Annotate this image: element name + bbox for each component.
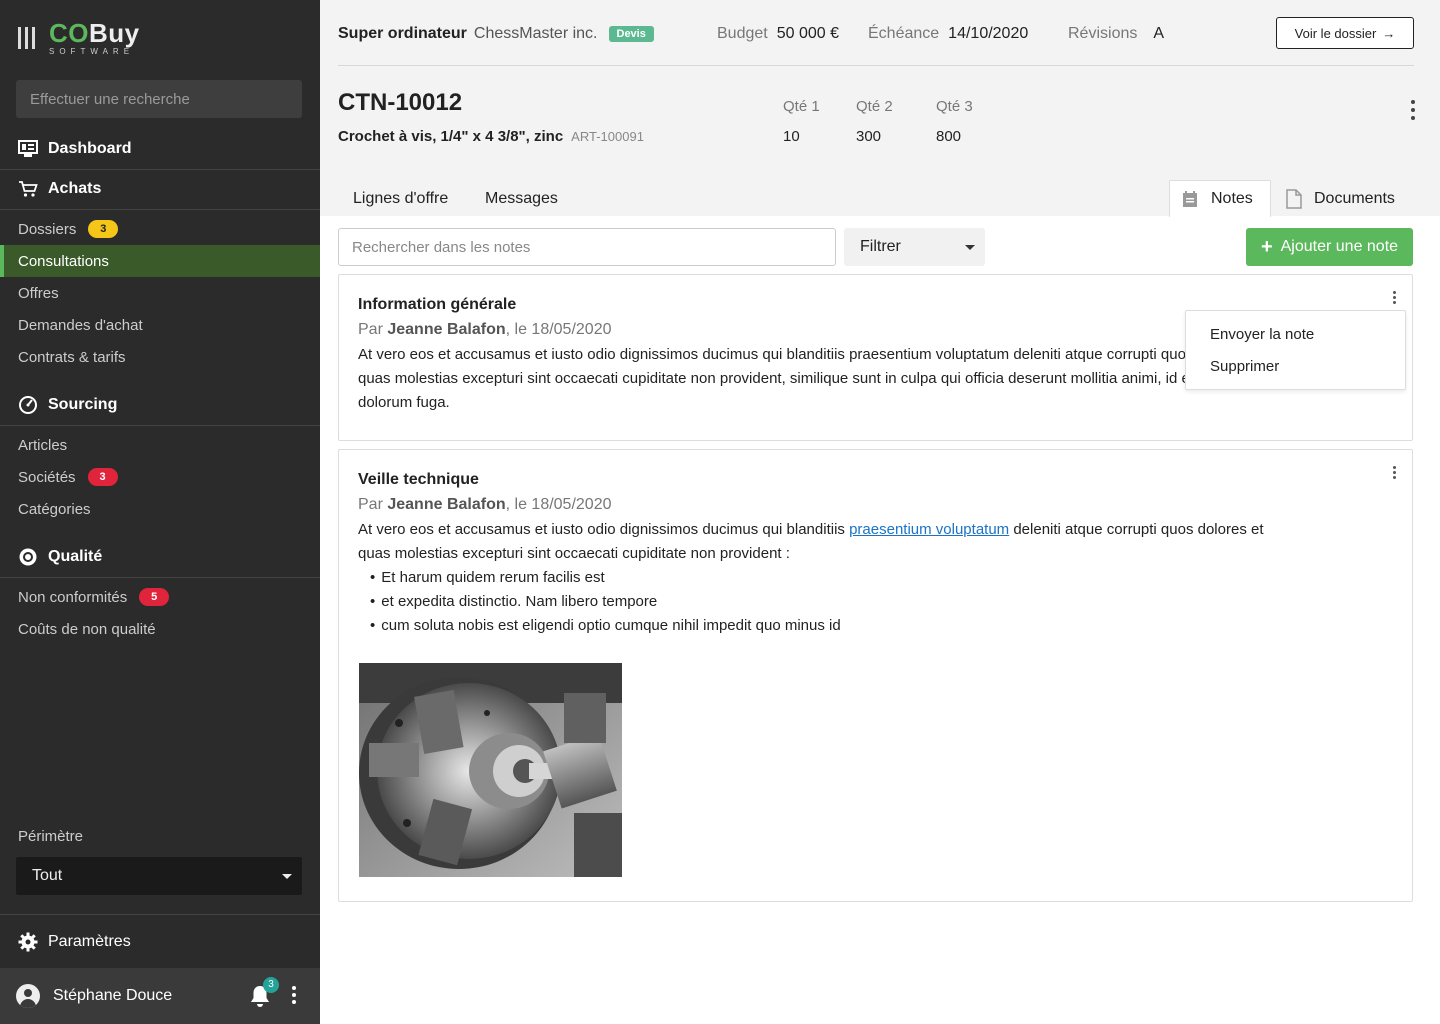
cart-icon [18, 179, 38, 199]
nav-qualite[interactable]: Qualité [0, 537, 320, 577]
revisions: Révisions A [1068, 25, 1165, 42]
user-menu-kebab-icon[interactable] [292, 986, 296, 1004]
sidebar-search-input[interactable] [16, 80, 302, 118]
sidebar-item-couts-non-qualite[interactable]: Coûts de non qualité [0, 613, 320, 645]
notes-filter-select[interactable]: Filtrer [844, 228, 985, 266]
voir-dossier-button[interactable]: Voir le dossier → [1276, 17, 1414, 49]
quantity-1: Qté 1 10 [783, 98, 820, 145]
plus-icon: + [1260, 236, 1273, 258]
echeance: Échéance 14/10/2020 [868, 25, 1029, 42]
article-name: Crochet à vis, 1/4" x 4 3/8", zinc ART-10… [338, 128, 644, 145]
consultation-menu-kebab-icon[interactable] [1411, 100, 1415, 120]
tab-documents[interactable]: Documents [1286, 180, 1395, 217]
tab-lignes-offre[interactable]: Lignes d'offre [353, 180, 448, 217]
note-body: At vero eos et accusamus et iusto odio d… [358, 518, 1318, 638]
sidebar-item-demandes-achat[interactable]: Demandes d'achat [0, 309, 320, 341]
list-item: cum soluta nobis est eligendi optio cumq… [370, 614, 1318, 638]
monitor-icon [18, 139, 38, 159]
main-content: Super ordinateur ChessMaster inc. Devis … [320, 0, 1440, 1024]
dossier-title: Super ordinateur [338, 25, 467, 42]
nav-parametres-label: Paramètres [48, 932, 131, 950]
dossiers-count-badge: 3 [88, 220, 119, 238]
non-conformites-count-badge: 5 [139, 588, 170, 606]
nav-achats[interactable]: Achats [0, 169, 320, 209]
notification-count-badge: 3 [263, 977, 279, 993]
sidebar-item-non-conformites[interactable]: Non conformités 5 [0, 581, 320, 613]
sidebar-item-dossiers[interactable]: Dossiers 3 [0, 213, 320, 245]
add-note-button[interactable]: + Ajouter une note [1246, 228, 1413, 266]
perimetre-select[interactable]: Tout [16, 857, 302, 895]
sidebar: COBuy SOFTWARE Dashboard Achats Dossiers… [0, 0, 320, 1024]
note-image-lathe[interactable] [359, 663, 622, 877]
user-bar: Stéphane Douce 3 [0, 968, 320, 1024]
note-title: Information générale [358, 296, 517, 313]
notepad-icon [1181, 190, 1199, 208]
consultation-code: CTN-10012 [338, 89, 463, 116]
gauge-icon [18, 395, 38, 415]
dossier-header: Super ordinateur ChessMaster inc. Devis … [338, 17, 1414, 66]
arrow-right-icon: → [1382, 25, 1396, 41]
note-menu-kebab-icon[interactable] [1393, 466, 1396, 479]
list-item: et expedita distinctio. Nam libero tempo… [370, 590, 1318, 614]
sidebar-item-societes[interactable]: Sociétés 3 [0, 461, 320, 493]
caret-down-icon [965, 245, 975, 250]
nav-dashboard[interactable]: Dashboard [0, 129, 320, 169]
caret-down-icon [282, 874, 292, 879]
perimetre-label: Périmètre [18, 828, 84, 845]
list-item: Et harum quidem rerum facilis est [370, 566, 1318, 590]
status-badge: Devis [608, 26, 654, 42]
nav-sourcing-label: Sourcing [48, 396, 118, 413]
quantity-3: Qté 3 800 [936, 98, 973, 145]
note-menu-kebab-icon[interactable] [1393, 291, 1396, 304]
sidebar-item-contrats-tarifs[interactable]: Contrats & tarifs [0, 341, 320, 373]
note-author: Par Jeanne Balafon, le 18/05/2020 [358, 321, 612, 338]
societes-count-badge: 3 [87, 468, 118, 486]
tab-messages[interactable]: Messages [485, 180, 558, 217]
company-name: ChessMaster inc. [473, 25, 598, 42]
brand-name: COBuy [49, 18, 140, 48]
budget: Budget 50 000 € [717, 25, 839, 42]
send-note-menu-item[interactable]: Envoyer la note [1210, 326, 1314, 343]
gear-icon [18, 932, 38, 952]
avatar[interactable] [16, 984, 40, 1008]
nav-qualite-label: Qualité [48, 548, 103, 565]
document-icon [1286, 188, 1302, 209]
quantity-2: Qté 2 300 [856, 98, 893, 145]
note-link[interactable]: praesentium voluptatum [849, 521, 1009, 538]
note-bullet-list: Et harum quidem rerum facilis est et exp… [370, 566, 1318, 638]
user-name[interactable]: Stéphane Douce [53, 987, 172, 1005]
note-card: Veille technique Par Jeanne Balafon, le … [338, 449, 1413, 902]
article-ref: ART-100091 [571, 129, 644, 144]
notes-search-input[interactable] [338, 228, 836, 266]
nav-achats-label: Achats [48, 180, 102, 197]
nav-sourcing[interactable]: Sourcing [0, 385, 320, 425]
note-title: Veille technique [358, 471, 479, 488]
sidebar-item-categories[interactable]: Catégories [0, 493, 320, 525]
sidebar-item-articles[interactable]: Articles [0, 429, 320, 461]
nav-parametres[interactable]: Paramètres [0, 914, 320, 968]
tab-notes[interactable]: Notes [1169, 180, 1271, 217]
note-context-menu: Envoyer la note Supprimer [1185, 310, 1406, 390]
nav-dashboard-label: Dashboard [48, 140, 132, 157]
logo[interactable]: COBuy SOFTWARE [18, 20, 140, 56]
sidebar-item-offres[interactable]: Offres [0, 277, 320, 309]
sidebar-item-consultations[interactable]: Consultations [0, 245, 320, 277]
quality-seal-icon [18, 547, 38, 567]
brand-subtitle: SOFTWARE [49, 47, 135, 56]
note-author: Par Jeanne Balafon, le 18/05/2020 [358, 496, 612, 513]
delete-note-menu-item[interactable]: Supprimer [1210, 358, 1279, 375]
menu-icon[interactable] [18, 27, 35, 49]
